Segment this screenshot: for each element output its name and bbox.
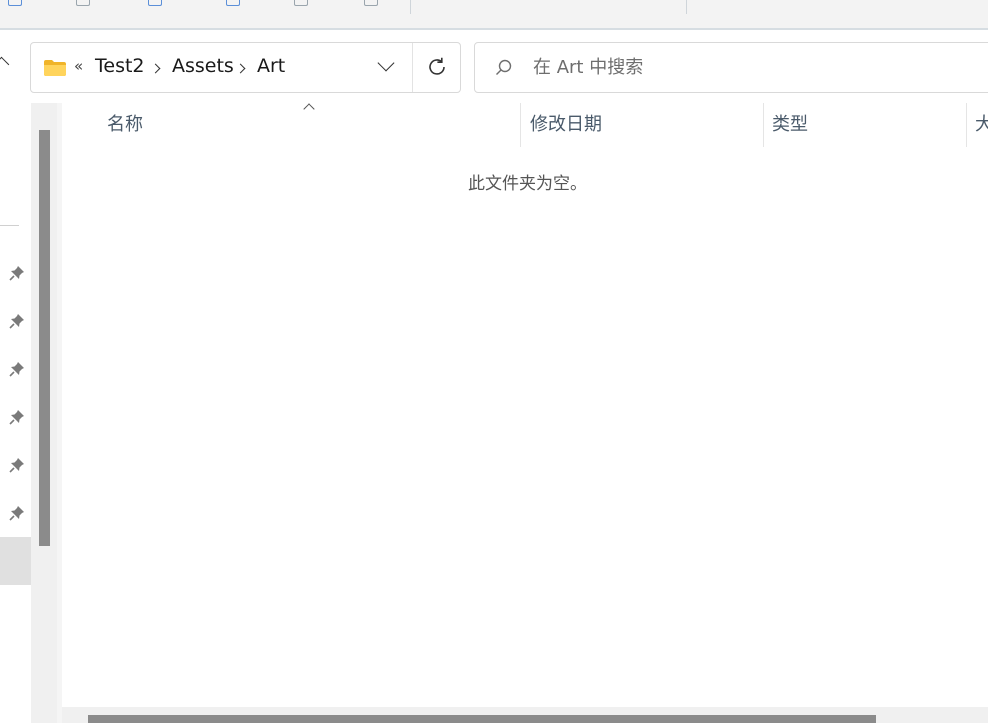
- address-history-dropdown-button[interactable]: [366, 43, 410, 92]
- address-bar[interactable]: « Test2 Assets Art: [30, 42, 461, 93]
- pin-icon[interactable]: [9, 265, 25, 281]
- nav-item-selected[interactable]: [0, 537, 31, 585]
- up-chevron-icon[interactable]: [0, 56, 10, 73]
- column-divider[interactable]: [520, 103, 521, 147]
- toolbar-rename-icon[interactable]: [226, 0, 240, 6]
- toolbar-separator: [410, 0, 411, 14]
- toolbar-delete-icon[interactable]: [364, 0, 378, 6]
- refresh-button[interactable]: [412, 43, 460, 92]
- nav-pane-scrollbar-thumb[interactable]: [39, 130, 50, 546]
- toolbar-cut-icon[interactable]: [8, 0, 22, 6]
- breadcrumb-overflow-button[interactable]: «: [74, 57, 83, 75]
- column-header-modified[interactable]: 修改日期: [530, 103, 602, 147]
- navigation-pane: [0, 103, 31, 723]
- toolbar-strip: [0, 0, 988, 30]
- column-divider[interactable]: [966, 103, 967, 147]
- refresh-icon: [429, 57, 445, 75]
- toolbar-copy-icon[interactable]: [76, 0, 90, 6]
- nav-divider: [0, 225, 19, 226]
- breadcrumb-separator-icon[interactable]: [235, 63, 246, 74]
- column-divider[interactable]: [763, 103, 764, 147]
- pin-icon[interactable]: [9, 313, 25, 329]
- column-header-name[interactable]: 名称: [107, 103, 143, 147]
- breadcrumb-item-art[interactable]: Art: [257, 55, 285, 77]
- column-header-size[interactable]: 大小: [975, 103, 988, 147]
- chevron-down-icon: [377, 54, 395, 72]
- pin-icon[interactable]: [9, 361, 25, 377]
- toolbar-share-icon[interactable]: [294, 0, 308, 6]
- breadcrumb-item-test2[interactable]: Test2: [95, 55, 145, 77]
- search-icon: [496, 59, 512, 75]
- sort-ascending-icon: [303, 103, 315, 115]
- search-box[interactable]: [474, 42, 988, 93]
- toolbar-paste-icon[interactable]: [148, 0, 162, 6]
- toolbar-separator: [686, 0, 687, 14]
- breadcrumb-item-assets[interactable]: Assets: [172, 55, 234, 77]
- horizontal-scrollbar-thumb[interactable]: [88, 715, 876, 723]
- file-list: 名称 修改日期 类型 大小 此文件夹为空。: [62, 103, 988, 723]
- pin-icon[interactable]: [9, 409, 25, 425]
- navigation-bar: « Test2 Assets Art: [0, 30, 988, 103]
- pin-icon[interactable]: [9, 457, 25, 473]
- search-input[interactable]: [533, 53, 953, 81]
- horizontal-scrollbar[interactable]: [62, 707, 988, 723]
- breadcrumb-separator-icon[interactable]: [150, 63, 161, 74]
- column-header-type[interactable]: 类型: [772, 103, 808, 147]
- file-explorer-window: « Test2 Assets Art 在 Art 中搜索 名称 修改日期 类型 …: [0, 0, 988, 723]
- empty-folder-message: 此文件夹为空。: [468, 174, 587, 194]
- nav-pane-scrollbar[interactable]: [31, 103, 57, 723]
- pin-icon[interactable]: [9, 505, 25, 521]
- folder-icon: [44, 60, 66, 76]
